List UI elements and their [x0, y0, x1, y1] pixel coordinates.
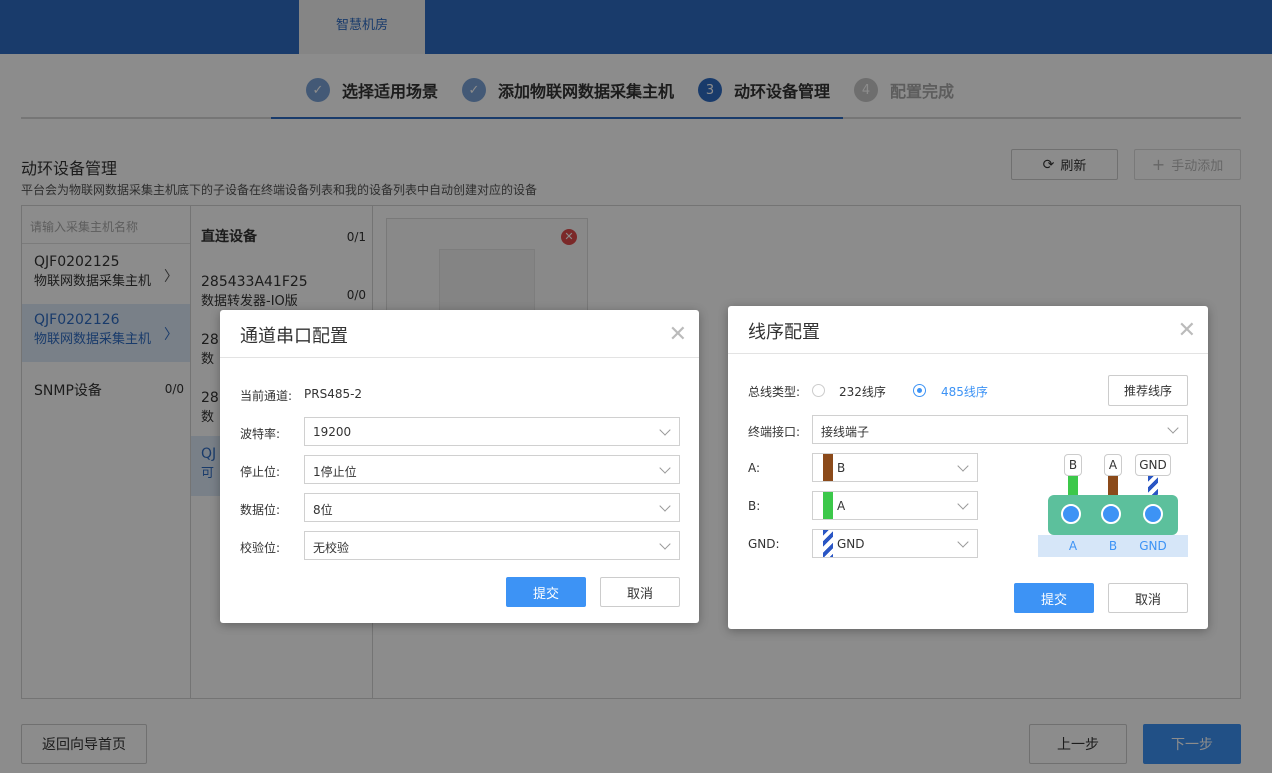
parity-select[interactable]: 无校验: [304, 531, 680, 560]
baud-label: 波特率:: [240, 427, 281, 441]
pin-label: GND: [1139, 539, 1167, 553]
chevron-down-icon: [659, 462, 671, 474]
parity-value: 无校验: [313, 541, 350, 555]
recommend-wiring-button[interactable]: 推荐线序: [1108, 375, 1188, 406]
channel-label: 当前通道:: [240, 389, 293, 403]
radio-485-label[interactable]: 485线序: [941, 383, 988, 400]
radio-232[interactable]: [812, 384, 825, 397]
terminal-port-label: 终端接口:: [748, 425, 801, 439]
gnd-label: GND:: [748, 537, 780, 551]
channel-value: PRS485-2: [304, 387, 363, 401]
gnd-wire-select[interactable]: GND: [812, 529, 978, 558]
pin-label: B: [1108, 539, 1118, 553]
b-label: B:: [748, 499, 761, 513]
terminal-pin: [1061, 504, 1081, 524]
bus-type-label: 总线类型:: [748, 385, 801, 399]
baud-value: 19200: [313, 425, 352, 439]
wire-tag: B: [1064, 454, 1082, 476]
striped-wire-swatch: [823, 530, 833, 557]
chevron-down-icon: [957, 460, 969, 472]
b-wire-select[interactable]: A: [812, 491, 978, 520]
a-wire-value: B: [837, 461, 846, 475]
stop-bit-value: 1停止位: [313, 465, 357, 479]
terminal-port-value: 接线端子: [821, 425, 870, 439]
chevron-down-icon: [957, 536, 969, 548]
b-wire-value: A: [837, 499, 846, 513]
wire-tag: GND: [1135, 454, 1171, 476]
radio-485[interactable]: [913, 384, 926, 397]
close-icon[interactable]: ✕: [669, 322, 687, 347]
wire-cancel-button[interactable]: 取消: [1108, 583, 1188, 613]
close-icon[interactable]: ✕: [1178, 318, 1196, 343]
chevron-down-icon: [957, 498, 969, 510]
dialog-title: 线序配置: [728, 306, 1208, 354]
wire-config-dialog: 线序配置 ✕ 总线类型: 232线序 485线序 推荐线序 终端接口: 接线端子…: [728, 306, 1208, 629]
data-bit-select[interactable]: 8位: [304, 493, 680, 522]
serial-submit-button[interactable]: 提交: [506, 577, 586, 607]
pin-label: A: [1068, 539, 1078, 553]
gnd-wire-value: GND: [837, 537, 865, 551]
stop-bit-select[interactable]: 1停止位: [304, 455, 680, 484]
terminal-pin: [1143, 504, 1163, 524]
brown-wire-swatch: [823, 454, 833, 481]
data-bit-label: 数据位:: [240, 503, 281, 517]
terminal-port-select[interactable]: 接线端子: [812, 415, 1188, 444]
stop-bit-label: 停止位:: [240, 465, 281, 479]
chevron-down-icon: [659, 424, 671, 436]
chevron-down-icon: [659, 500, 671, 512]
dialog-title: 通道串口配置: [220, 310, 699, 358]
chevron-down-icon: [1167, 422, 1179, 434]
a-label: A:: [748, 461, 761, 475]
green-wire-swatch: [823, 492, 833, 519]
parity-label: 校验位:: [240, 541, 281, 555]
a-wire-select[interactable]: B: [812, 453, 978, 482]
baud-select[interactable]: 19200: [304, 417, 680, 446]
data-bit-value: 8位: [313, 503, 333, 517]
serial-cancel-button[interactable]: 取消: [600, 577, 680, 607]
wire-tag: A: [1104, 454, 1122, 476]
terminal-pin: [1101, 504, 1121, 524]
radio-232-label[interactable]: 232线序: [839, 383, 886, 400]
serial-config-dialog: 通道串口配置 ✕ 当前通道: PRS485-2 波特率: 19200 停止位: …: [220, 310, 699, 623]
chevron-down-icon: [659, 538, 671, 550]
wire-submit-button[interactable]: 提交: [1014, 583, 1094, 613]
